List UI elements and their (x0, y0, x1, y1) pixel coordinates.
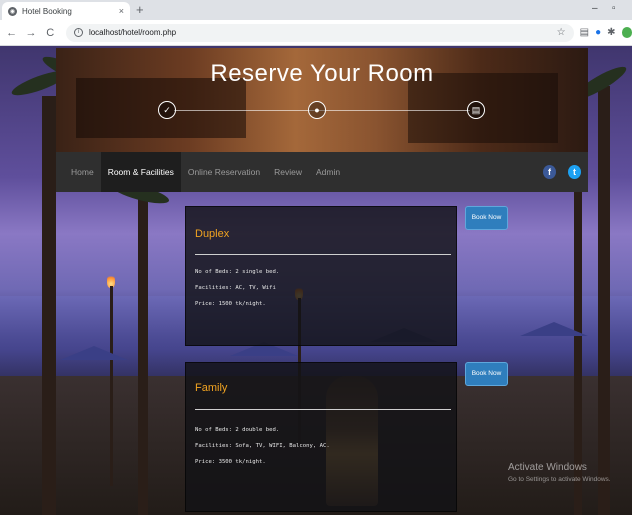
extension-blue-icon[interactable]: ● (595, 27, 601, 38)
nav-item-review[interactable]: Review (267, 152, 309, 192)
nav-item-online-reservation[interactable]: Online Reservation (181, 152, 267, 192)
address-toolbar: ← → C i localhost/hotel/room.php ☆ ▤ ● ✱ (0, 20, 632, 46)
beach-umbrella (60, 346, 128, 360)
torch-pole (110, 286, 113, 486)
room-price: Price: 1500 tk/night. (195, 301, 266, 307)
bookmark-star-icon[interactable]: ☆ (557, 27, 566, 38)
room-name: Duplex (195, 228, 230, 240)
room-card: Family No of Beds: 2 double bed. Facilit… (185, 362, 457, 512)
back-button[interactable]: ← (4, 27, 19, 39)
room-facilities: Facilities: Sofa, TV, WIFI, Balcony, AC. (195, 443, 330, 449)
palm-trunk (598, 86, 610, 515)
card-icon: ▤ (467, 101, 485, 119)
divider (195, 409, 451, 410)
book-now-button[interactable]: Book Now (465, 362, 508, 386)
page-title: Reserve Your Room (210, 60, 434, 87)
room-price: Price: 3500 tk/night. (195, 459, 266, 465)
header-banner: Reserve Your Room ✓ ● ▤ (56, 48, 588, 152)
room-beds: No of Beds: 2 double bed. (195, 427, 280, 433)
minimize-button[interactable]: – (592, 3, 598, 14)
nav-item-admin[interactable]: Admin (309, 152, 347, 192)
info-icon[interactable]: i (73, 28, 83, 37)
room-beds: No of Beds: 2 single bed. (195, 269, 280, 275)
url-bar[interactable]: i localhost/hotel/room.php ☆ (65, 23, 574, 42)
browser-tab[interactable]: ◉ Hotel Booking × (2, 2, 130, 20)
puzzle-icon[interactable]: ✱ (607, 27, 615, 38)
page-background: Reserve Your Room ✓ ● ▤ Home Room & Faci… (0, 46, 632, 515)
activate-windows-title: Activate Windows (508, 462, 587, 473)
forward-button[interactable]: → (23, 27, 38, 39)
nav-item-room-facilities[interactable]: Room & Facilities (100, 152, 181, 192)
maximize-button[interactable]: ▫ (612, 3, 616, 14)
browser-tab-strip: ◉ Hotel Booking × + – ▫ (0, 0, 632, 20)
extension-icon[interactable]: ▤ (580, 27, 589, 38)
tab-title: Hotel Booking (22, 6, 72, 16)
reload-button[interactable]: C (43, 27, 58, 39)
user-icon: ● (308, 101, 326, 119)
palm-trunk (138, 196, 148, 515)
beach-umbrella (520, 322, 588, 336)
profile-avatar[interactable] (621, 27, 632, 38)
nav-item-home[interactable]: Home (64, 152, 101, 192)
palm-trunk (42, 96, 56, 515)
globe-icon: ◉ (8, 6, 17, 16)
new-tab-button[interactable]: + (136, 2, 144, 18)
book-now-button[interactable]: Book Now (465, 206, 508, 230)
activate-windows-subtitle: Go to Settings to activate Windows. (508, 476, 611, 483)
divider (195, 254, 451, 255)
url-text: localhost/hotel/room.php (88, 28, 177, 37)
room-facilities: Facilities: AC, TV, Wifi (195, 285, 276, 291)
facebook-icon[interactable]: f (543, 165, 556, 179)
twitter-icon[interactable]: t (568, 165, 581, 179)
main-nav: Home Room & Facilities Online Reservatio… (56, 152, 588, 192)
room-card: Duplex No of Beds: 2 single bed. Facilit… (185, 206, 457, 346)
check-circle-icon: ✓ (158, 101, 176, 119)
close-tab-icon[interactable]: × (119, 6, 124, 16)
room-name: Family (195, 382, 228, 394)
